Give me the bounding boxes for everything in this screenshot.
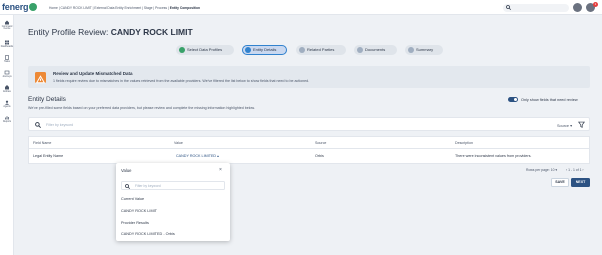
- entity-details-table: Field Name Value Source Description Lega…: [28, 136, 590, 164]
- table-filter-bar: Filter by keyword Source ▾: [28, 117, 590, 131]
- search-icon: [125, 183, 130, 189]
- column-header[interactable]: Description: [455, 141, 473, 145]
- sidebar: Command Centre Dashboards Tasks Journeys…: [0, 0, 14, 255]
- sidebar-item-dashboards[interactable]: Dashboards: [0, 40, 14, 48]
- breadcrumb: Home | CANDY ROCK LIMIT | External Data …: [49, 5, 201, 10]
- check-icon: [178, 47, 185, 53]
- step-pending-icon: [298, 47, 305, 53]
- tasks-icon: [5, 55, 9, 60]
- value-dropdown[interactable]: CANDY ROCK LIMITED ▴: [176, 154, 219, 158]
- provider-results-header: Provider Results: [121, 221, 149, 225]
- breadcrumb-item[interactable]: Stage | Process: [144, 6, 167, 10]
- column-header[interactable]: Source: [315, 141, 326, 145]
- alert-title: Review and Update Mismatched Data: [53, 71, 133, 76]
- mismatch-alert: Review and Update Mismatched Data 1 fiel…: [28, 66, 590, 88]
- toggle-label: Only show fields that need review: [521, 97, 578, 102]
- warning-icon: [35, 72, 46, 84]
- breadcrumb-item[interactable]: External Data Entity Enrichment: [94, 6, 141, 10]
- step-summary[interactable]: Summary: [405, 45, 443, 55]
- step-active-icon: [244, 47, 251, 53]
- section-title: Entity Details: [28, 96, 66, 103]
- sidebar-item-label: Dashboards: [0, 45, 14, 48]
- breadcrumb-current: Entity Composition: [169, 5, 201, 10]
- home-icon: [5, 20, 9, 25]
- alert-text: 1 fields require review due to mismatche…: [53, 78, 310, 83]
- top-bar: fenerg Home | CANDY ROCK LIMIT | Externa…: [0, 0, 602, 15]
- pagination-range: ‹ 1 - 1 of 1 ›: [566, 168, 584, 172]
- sidebar-item-agents[interactable]: Agents: [0, 100, 14, 108]
- page-title: Entity Profile Review: CANDY ROCK LIMIT: [28, 27, 193, 37]
- column-header[interactable]: Value: [174, 141, 183, 145]
- source-dropdown[interactable]: Source ▾: [557, 123, 572, 128]
- step-pending-icon: [407, 47, 414, 53]
- step-entity-details[interactable]: Entity Details: [242, 45, 287, 55]
- popup-search-input[interactable]: Filter by keyword: [121, 181, 225, 190]
- table-cell-description: There were inconsistent values from prov…: [455, 154, 532, 158]
- current-value-header: Current Value: [121, 197, 145, 201]
- fenergo-logo[interactable]: fenerg: [2, 2, 37, 12]
- step-related-parties[interactable]: Related Parties: [296, 45, 346, 55]
- search-icon: [506, 5, 511, 10]
- save-button[interactable]: SAVE: [551, 178, 569, 187]
- column-header[interactable]: Field Name: [33, 141, 51, 145]
- value-select-popup: Value × Filter by keyword Current Value …: [116, 163, 230, 241]
- sidebar-item-label: Command Centre: [1, 25, 13, 31]
- sidebar-item-label: Reports: [2, 120, 12, 123]
- step-documents[interactable]: Documents: [354, 45, 397, 55]
- section-description: We've pre-filled some fields based on yo…: [28, 106, 255, 110]
- popup-title: Value: [121, 168, 132, 173]
- sidebar-item-command-centre[interactable]: Command Centre: [0, 20, 14, 31]
- search-icon: [35, 121, 41, 128]
- sidebar-item-label: Journeys: [2, 75, 12, 78]
- option-current-value[interactable]: CANDY ROCK LIMIT: [121, 209, 157, 213]
- table-cell-field: Legal Entity Name: [33, 154, 64, 158]
- breadcrumb-item[interactable]: CANDY ROCK LIMIT: [61, 6, 92, 10]
- breadcrumb-item[interactable]: Home: [49, 6, 58, 10]
- sidebar-item-label: Entities: [3, 90, 11, 93]
- divider: [29, 148, 589, 149]
- next-button[interactable]: NEXT: [571, 178, 590, 187]
- journeys-icon: [4, 70, 10, 75]
- close-icon[interactable]: ×: [219, 167, 222, 173]
- option-provider-value[interactable]: CANDY ROCK LIMITED - Orbis: [121, 232, 175, 236]
- agents-icon: [5, 100, 9, 105]
- rows-per-page[interactable]: Rows per page: 10 ▾: [526, 168, 557, 172]
- entities-icon: [5, 85, 9, 90]
- sidebar-item-tasks[interactable]: Tasks: [0, 55, 14, 63]
- filter-funnel-icon[interactable]: [578, 121, 585, 128]
- step-select-data-profiles[interactable]: Select Data Profiles: [176, 45, 234, 55]
- inbox-icon[interactable]: [573, 3, 582, 12]
- review-filter-toggle[interactable]: [508, 97, 518, 102]
- sidebar-item-journeys[interactable]: Journeys: [0, 70, 14, 78]
- filter-input[interactable]: Filter by keyword: [46, 123, 73, 127]
- dashboard-icon: [5, 40, 9, 45]
- sidebar-item-label: Agents: [3, 105, 11, 108]
- step-pending-icon: [356, 47, 363, 53]
- sidebar-item-entities[interactable]: Entities: [0, 85, 14, 93]
- sidebar-item-reports[interactable]: Reports: [0, 115, 14, 123]
- global-search-input[interactable]: [503, 3, 569, 12]
- notification-badge: 1: [593, 1, 598, 7]
- sidebar-item-label: Tasks: [4, 60, 10, 63]
- table-cell-source: Orbis: [315, 154, 324, 158]
- reports-icon: [5, 116, 9, 120]
